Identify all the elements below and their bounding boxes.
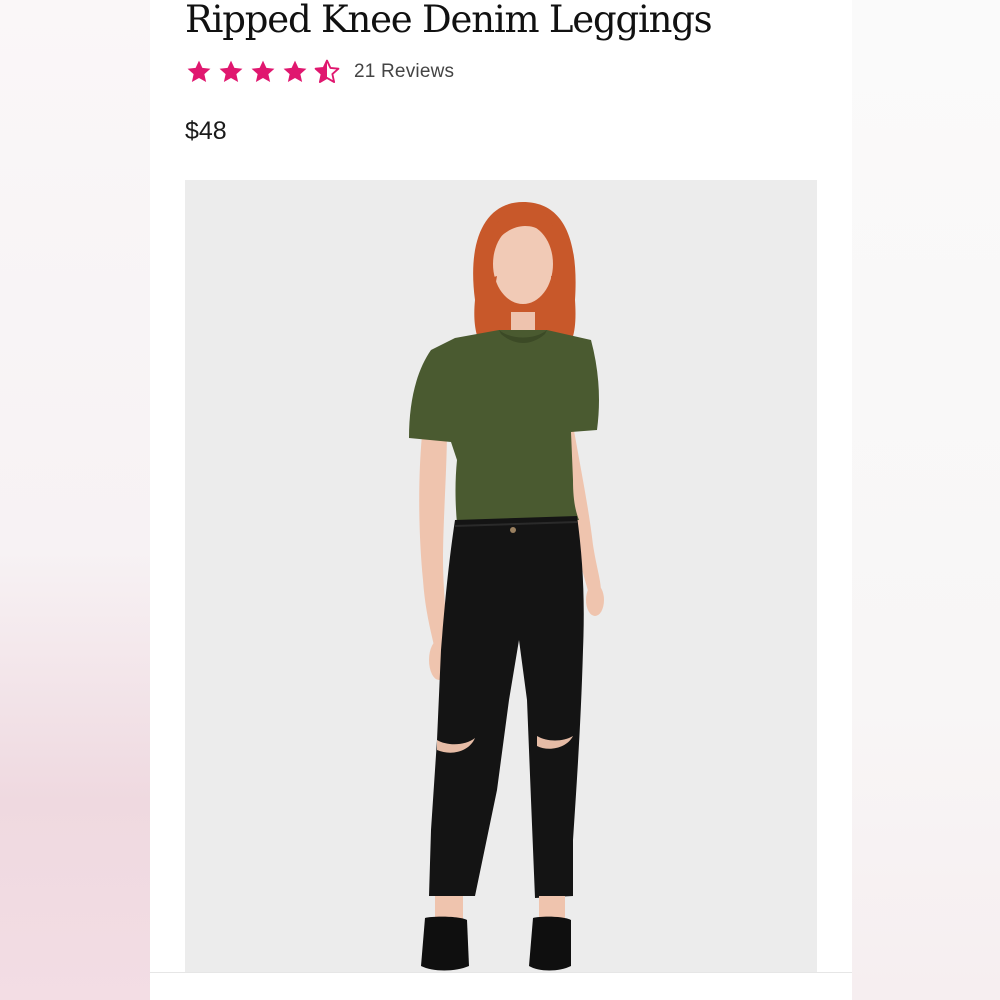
reviews-link[interactable]: 21 Reviews bbox=[354, 61, 454, 83]
product-rating[interactable]: 21 Reviews bbox=[185, 56, 454, 88]
star-icon bbox=[281, 58, 309, 86]
star-icon bbox=[185, 58, 213, 86]
background-left bbox=[0, 0, 150, 1000]
background-right bbox=[852, 0, 1000, 1000]
card-footer bbox=[150, 972, 852, 1000]
product-price: $48 bbox=[185, 117, 227, 145]
rating-stars bbox=[185, 58, 341, 86]
half-star-icon bbox=[313, 58, 341, 86]
star-icon bbox=[217, 58, 245, 86]
star-icon bbox=[249, 58, 277, 86]
product-image[interactable] bbox=[185, 180, 817, 972]
product-title: Ripped Knee Denim Leggings bbox=[185, 0, 713, 41]
product-card: Ripped Knee Denim Leggings 21 Reviews $4… bbox=[150, 0, 852, 972]
